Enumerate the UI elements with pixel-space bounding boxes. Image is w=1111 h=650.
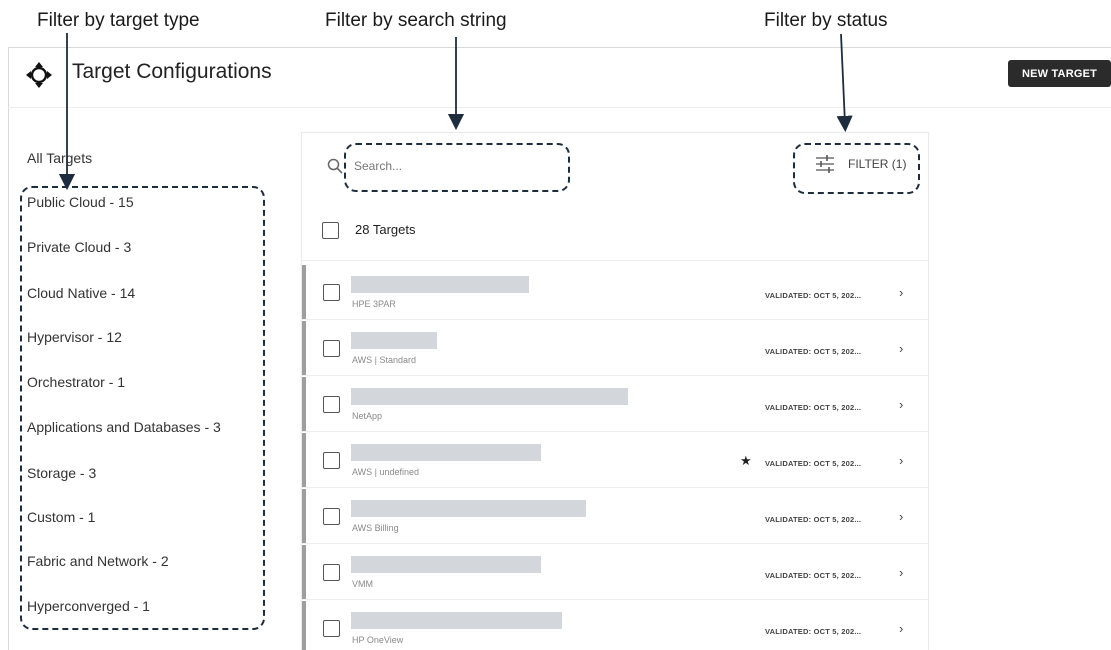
page-title: Target Configurations [72, 60, 272, 83]
app-frame-left-border [8, 47, 9, 650]
target-name-redacted [351, 444, 541, 461]
target-row[interactable]: NetApp VALIDATED: OCT 5, 202... › [302, 377, 928, 432]
target-name-redacted [351, 276, 529, 293]
row-indicator [302, 489, 306, 543]
target-name-redacted [351, 500, 586, 517]
chevron-right-icon[interactable]: › [899, 621, 903, 636]
target-row[interactable]: AWS Billing VALIDATED: OCT 5, 202... › [302, 489, 928, 544]
callout-filter-box [793, 143, 920, 194]
chevron-right-icon[interactable]: › [899, 565, 903, 580]
target-type: HP OneView [352, 635, 404, 645]
target-row[interactable]: VMM VALIDATED: OCT 5, 202... › [302, 545, 928, 600]
list-header-divider [302, 260, 928, 261]
callout-search-box [344, 143, 570, 192]
target-type: NetApp [352, 411, 383, 421]
callout-target-type-box [20, 186, 265, 630]
row-checkbox[interactable] [323, 564, 340, 581]
target-row[interactable]: AWS | Standard VALIDATED: OCT 5, 202... … [302, 321, 928, 376]
row-indicator [302, 321, 306, 375]
row-checkbox[interactable] [323, 508, 340, 525]
header-divider [8, 107, 1111, 108]
screenshot-stage: Filter by target type Filter by search s… [0, 0, 1111, 650]
target-row[interactable]: HPE 3PAR VALIDATED: OCT 5, 202... › [302, 265, 928, 320]
row-indicator [302, 377, 306, 431]
chevron-right-icon[interactable]: › [899, 285, 903, 300]
row-indicator [302, 433, 306, 487]
row-checkbox[interactable] [323, 452, 340, 469]
row-checkbox[interactable] [323, 340, 340, 357]
target-name-redacted [351, 556, 541, 573]
row-checkbox[interactable] [323, 396, 340, 413]
annotation-search-string: Filter by search string [325, 10, 507, 31]
app-frame-top-border [8, 47, 1111, 48]
annotation-target-type: Filter by target type [37, 10, 200, 31]
target-type: VMM [352, 579, 373, 589]
target-status: VALIDATED: OCT 5, 202... [765, 627, 862, 636]
target-row[interactable]: AWS | undefined ★ VALIDATED: OCT 5, 202.… [302, 433, 928, 488]
target-type: AWS Billing [352, 523, 399, 533]
target-type: HPE 3PAR [352, 299, 396, 309]
targets-count: 28 Targets [355, 222, 416, 237]
target-status: VALIDATED: OCT 5, 202... [765, 403, 862, 412]
row-indicator [302, 545, 306, 599]
chevron-right-icon[interactable]: › [899, 397, 903, 412]
search-icon [327, 158, 343, 174]
target-name-redacted [351, 332, 437, 349]
chevron-right-icon[interactable]: › [899, 341, 903, 356]
star-icon[interactable]: ★ [740, 453, 752, 469]
chevron-right-icon[interactable]: › [899, 453, 903, 468]
target-name-redacted [351, 612, 562, 629]
target-type: AWS | undefined [352, 467, 420, 477]
row-indicator [302, 265, 306, 319]
select-all-checkbox[interactable] [322, 222, 339, 239]
target-status: VALIDATED: OCT 5, 202... [765, 291, 862, 300]
chevron-right-icon[interactable]: › [899, 509, 903, 524]
new-target-button[interactable]: NEW TARGET [1008, 60, 1111, 87]
sidebar-item-all-targets[interactable]: All Targets [27, 150, 92, 166]
target-status: VALIDATED: OCT 5, 202... [765, 515, 862, 524]
row-checkbox[interactable] [323, 284, 340, 301]
target-status: VALIDATED: OCT 5, 202... [765, 459, 862, 468]
row-indicator [302, 601, 306, 650]
crosshair-move-icon [26, 62, 52, 88]
target-type: AWS | Standard [352, 355, 417, 365]
target-status: VALIDATED: OCT 5, 202... [765, 571, 862, 580]
target-name-redacted [351, 388, 628, 405]
row-checkbox[interactable] [323, 620, 340, 637]
annotation-status: Filter by status [764, 10, 888, 31]
target-status: VALIDATED: OCT 5, 202... [765, 347, 862, 356]
target-row[interactable]: HP OneView VALIDATED: OCT 5, 202... › [302, 601, 928, 650]
